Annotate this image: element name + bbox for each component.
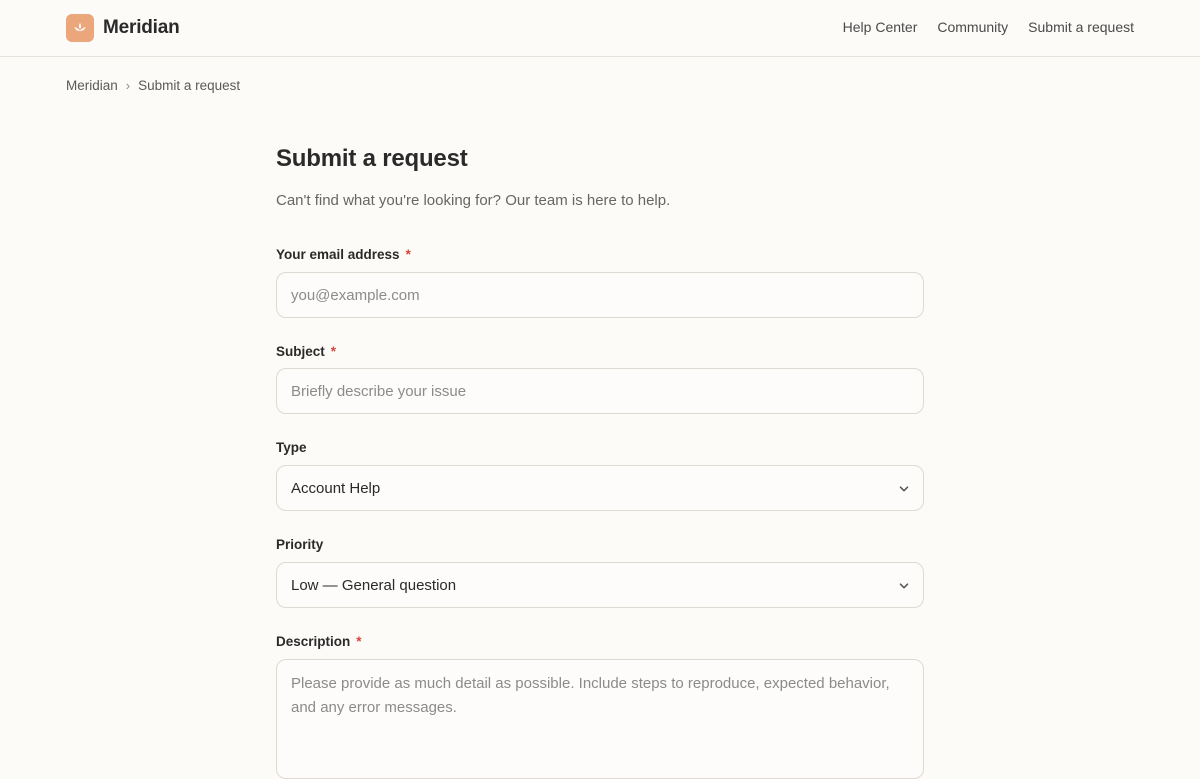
breadcrumb-current[interactable]: Submit a request (138, 78, 240, 93)
required-marker: * (356, 634, 362, 649)
description-textarea[interactable] (276, 659, 924, 779)
lotus-icon (66, 14, 94, 42)
type-select[interactable]: Account Help (276, 465, 924, 511)
priority-label-text: Priority (276, 537, 324, 552)
brand[interactable]: Meridian (66, 14, 180, 42)
required-marker: * (405, 247, 411, 262)
subject-label-text: Subject (276, 344, 325, 359)
nav-community[interactable]: Community (937, 19, 1008, 35)
breadcrumb-home[interactable]: Meridian (66, 78, 118, 93)
priority-select[interactable]: Low — General question (276, 562, 924, 608)
subject-label: Subject * (276, 344, 336, 359)
site-header: Meridian Help Center Community Submit a … (0, 0, 1200, 57)
email-label-text: Your email address (276, 247, 400, 262)
page-title: Submit a request (276, 145, 468, 172)
priority-label: Priority (276, 537, 323, 552)
type-selected-value: Account Help (291, 479, 381, 497)
priority-selected-value: Low — General question (291, 576, 457, 594)
breadcrumb: Meridian › Submit a request (66, 78, 240, 93)
page-subtitle: Can't find what you're looking for? Our … (276, 192, 671, 209)
description-label: Description * (276, 634, 362, 649)
email-label: Your email address * (276, 247, 411, 262)
chevron-down-icon (899, 583, 909, 589)
type-label: Type (276, 440, 307, 455)
type-label-text: Type (276, 440, 307, 455)
subject-input[interactable] (276, 368, 924, 414)
breadcrumb-separator: › (125, 78, 131, 93)
email-input[interactable] (276, 272, 924, 318)
nav-help-center[interactable]: Help Center (843, 19, 918, 35)
description-label-text: Description (276, 634, 351, 649)
top-nav: Help Center Community Submit a request (843, 19, 1134, 35)
chevron-down-icon (899, 486, 909, 492)
required-marker: * (330, 344, 337, 359)
brand-name: Meridian (103, 17, 180, 38)
nav-submit-request[interactable]: Submit a request (1028, 19, 1134, 35)
